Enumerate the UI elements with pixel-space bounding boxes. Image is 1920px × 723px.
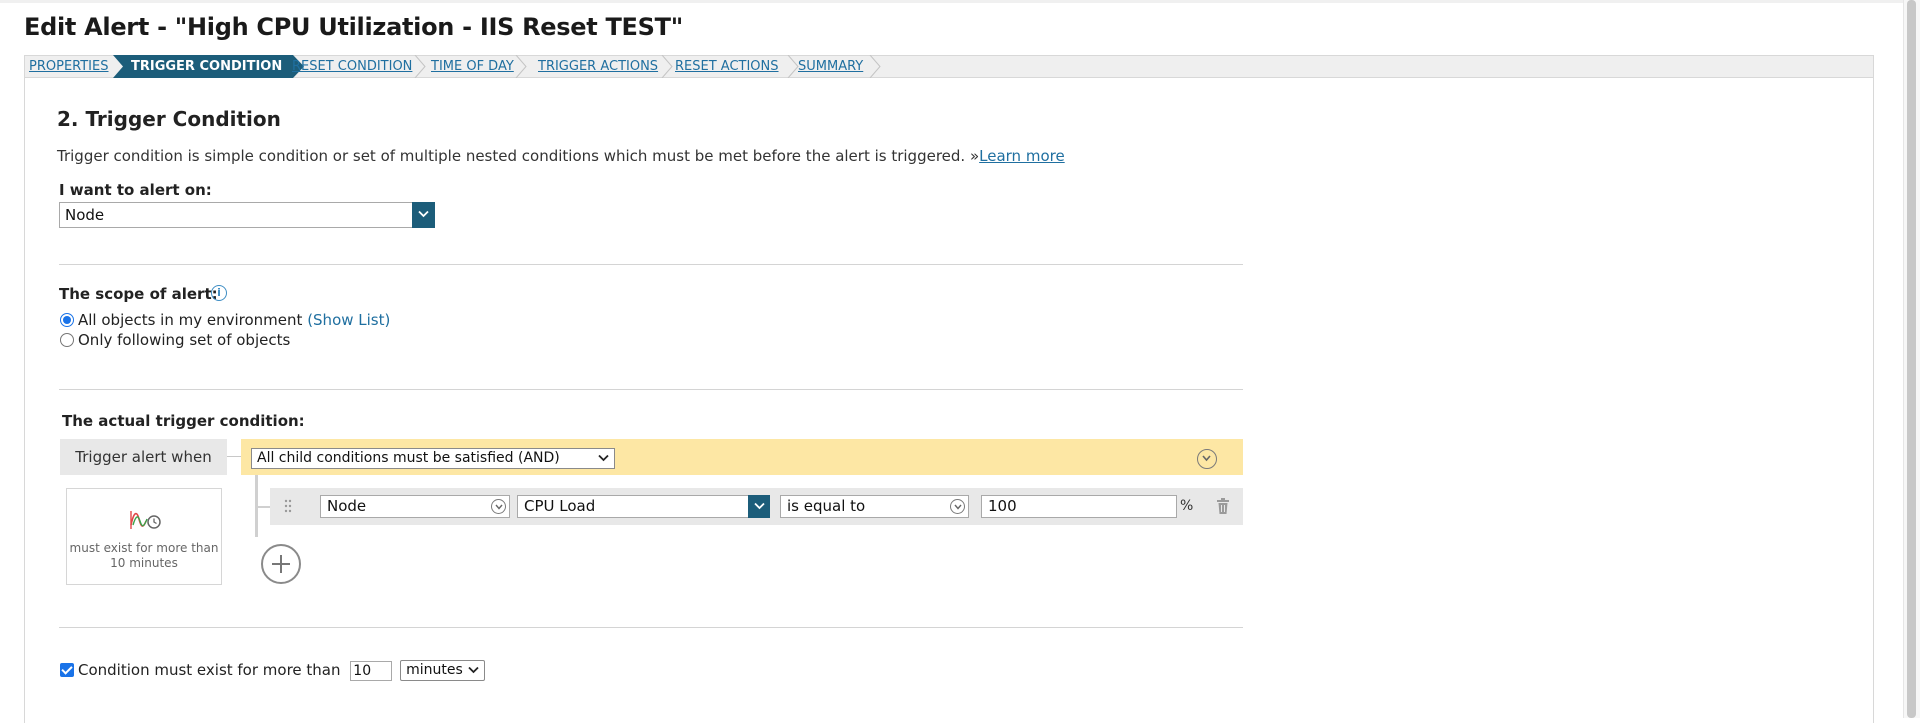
dropdown-arrow-icon[interactable] [412, 202, 435, 228]
chevron-down-icon [468, 666, 479, 674]
condition-row: Node CPU Load is equal to 100 % [270, 488, 1243, 525]
connector-line [227, 456, 241, 457]
duration-summary-text: must exist for more than 10 minutes [69, 541, 219, 570]
scope-option-following-label: Only following set of objects [78, 331, 291, 349]
chevron-separator-icon [515, 55, 527, 78]
time-condition-icon [130, 511, 161, 529]
chevron-separator-icon [869, 55, 881, 78]
duration-unit-value: minutes [406, 662, 463, 678]
condition-unit: % [1180, 498, 1194, 514]
step-time-of-day[interactable]: TIME OF DAY [431, 56, 514, 77]
duration-summary-box: must exist for more than 10 minutes [66, 488, 222, 585]
group-operator-select[interactable]: All child conditions must be satisfied (… [251, 448, 615, 469]
radio-following-objects[interactable] [60, 333, 74, 347]
step-summary[interactable]: SUMMARY [798, 56, 863, 77]
chevron-separator-icon [661, 55, 673, 78]
condition-object-select[interactable]: Node [320, 495, 510, 518]
trigger-condition-label: The actual trigger condition: [62, 412, 305, 430]
step-trigger-condition[interactable]: TRIGGER CONDITION [113, 56, 282, 77]
scope-option-all[interactable]: All objects in my environment (Show List… [60, 311, 390, 329]
duration-unit-select[interactable]: minutes [400, 660, 486, 681]
dropdown-arrow-icon[interactable] [748, 495, 770, 518]
alert-on-value: Node [65, 206, 105, 224]
top-border [0, 0, 1920, 3]
step-reset-condition[interactable]: RESET CONDITION [292, 56, 412, 77]
trigger-when-label: Trigger alert when [60, 439, 227, 475]
duration-row: Condition must exist for more than 10 mi… [60, 660, 486, 681]
condition-group-bar: All child conditions must be satisfied (… [241, 439, 1243, 475]
divider [59, 389, 1243, 390]
add-condition-button[interactable] [261, 544, 301, 584]
chevron-separator-icon [414, 55, 426, 78]
step-reset-actions[interactable]: RESET ACTIONS [675, 56, 779, 77]
chevron-down-icon [598, 454, 609, 462]
drag-handle-icon[interactable] [284, 499, 292, 513]
chevron-down-icon [491, 499, 506, 514]
duration-value-input[interactable]: 10 [350, 660, 393, 681]
group-operator-value: All child conditions must be satisfied (… [257, 450, 560, 466]
section-heading: 2. Trigger Condition [57, 107, 281, 131]
condition-operator-select[interactable]: is equal to [780, 495, 969, 518]
alert-on-select[interactable]: Node [59, 202, 435, 228]
alert-on-label: I want to alert on: [59, 181, 212, 199]
show-list-link[interactable]: (Show List) [307, 311, 390, 329]
step-properties[interactable]: PROPERTIES [29, 56, 109, 77]
step-trigger-actions[interactable]: TRIGGER ACTIONS [538, 56, 658, 77]
radio-all-objects[interactable] [60, 313, 74, 327]
duration-label: Condition must exist for more than [78, 661, 341, 679]
scope-label: The scope of alert: [59, 285, 218, 303]
section-description: Trigger condition is simple condition or… [57, 147, 1065, 165]
info-icon[interactable]: i [211, 285, 227, 301]
learn-more-link[interactable]: Learn more [979, 147, 1065, 165]
scrollbar-thumb[interactable] [1907, 0, 1916, 718]
tree-branch [258, 506, 270, 508]
condition-object-value: Node [327, 497, 367, 515]
chevron-down-icon [1202, 455, 1211, 462]
scope-option-all-label: All objects in my environment [78, 311, 303, 329]
divider [59, 627, 1243, 628]
condition-operator-value: is equal to [787, 497, 866, 515]
scope-option-following[interactable]: Only following set of objects [60, 331, 290, 349]
description-text: Trigger condition is simple condition or… [57, 147, 980, 165]
duration-checkbox[interactable] [60, 663, 74, 677]
condition-value-input[interactable]: 100 [981, 495, 1177, 518]
condition-field-value: CPU Load [524, 497, 596, 515]
condition-field-select[interactable]: CPU Load [517, 495, 770, 518]
collapse-group-button[interactable] [1197, 449, 1217, 469]
chevron-down-icon [950, 499, 965, 514]
page-title: Edit Alert - "High CPU Utilization - IIS… [24, 13, 683, 41]
vertical-scrollbar[interactable] [1903, 0, 1920, 718]
wizard-steps: PROPERTIES TRIGGER CONDITION RESET CONDI… [24, 55, 1874, 78]
divider [59, 264, 1243, 265]
trash-icon[interactable] [1216, 498, 1230, 514]
